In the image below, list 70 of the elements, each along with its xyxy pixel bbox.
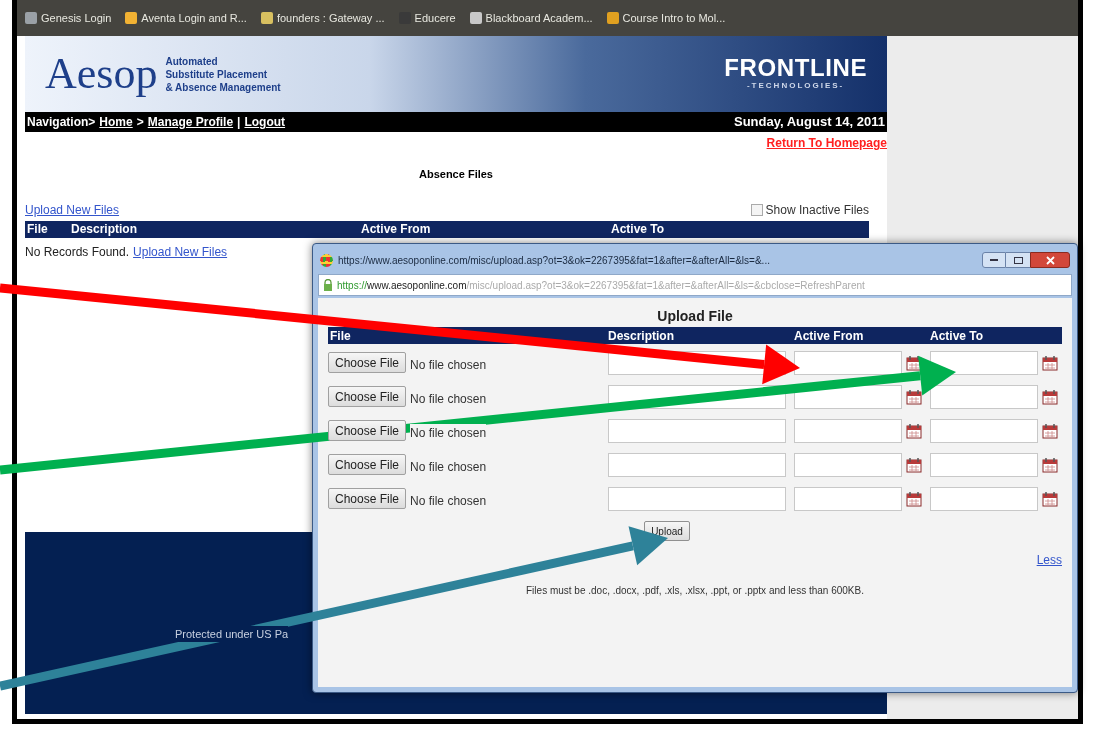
bookmark[interactable]: founders : Gateway ... xyxy=(260,9,385,27)
minimize-icon[interactable] xyxy=(982,252,1006,268)
nav-text: Navigation> xyxy=(27,114,96,131)
nav-link[interactable]: Logout xyxy=(244,113,286,131)
file-requirements-note: Files must be .doc, .docx, .pdf, .xls, .xlsx, .ppt, or .pptx and less than 600KB. xyxy=(526,584,864,598)
column-header: Active To xyxy=(611,221,666,238)
column-header: Active From xyxy=(361,221,432,238)
window-title: https://www.aesoponline.com/misc/upload.asp?ot=3&ok=2267395&fat=1&after=&afterAll=&ls=&... xyxy=(338,253,771,268)
calendar-icon[interactable] xyxy=(1042,490,1058,507)
date-text: Sunday, August 14, 2011 xyxy=(734,113,885,132)
calendar-icon[interactable] xyxy=(1042,456,1058,473)
date-field[interactable] xyxy=(930,452,1038,477)
description-field[interactable] xyxy=(608,418,786,443)
bookmark[interactable]: Course Intro to Mol... xyxy=(606,9,726,27)
calendar-icon[interactable] xyxy=(1042,422,1058,439)
nav-link[interactable]: Manage Profile xyxy=(147,113,234,131)
column-header: File xyxy=(329,327,352,345)
address-bar[interactable]: https://www.aesoponline.com/misc/upload.asp?ot=3&ok=2267395&fat=1&after=&afterAll=&ls=&cbclose=RefreshParent xyxy=(318,274,1072,296)
nav-text: > xyxy=(136,114,144,131)
brand-logo: FRONTLINE xyxy=(724,56,867,80)
calendar-icon[interactable] xyxy=(906,490,922,507)
calendar-icon[interactable] xyxy=(906,456,922,473)
tagline: Automated Substitute Placement & Absence Management xyxy=(165,54,281,94)
url-text: https://www.aesoponline.com/misc/upload.asp?ot=3&ok=2267395&fat=1&after=&afterAll=&ls=&cbclose=RefreshParent xyxy=(337,278,865,293)
browser-icon xyxy=(320,253,333,267)
column-header: Description xyxy=(608,327,675,345)
description-field[interactable] xyxy=(608,486,786,511)
description-field[interactable] xyxy=(608,452,786,477)
dialog-heading: Upload File xyxy=(657,307,733,326)
choose-file-button[interactable]: Choose File xyxy=(328,352,407,373)
date-field[interactable] xyxy=(930,486,1038,511)
nav-link[interactable]: Home xyxy=(99,113,133,131)
empty-message: No Records Found. xyxy=(25,243,130,261)
choose-file-button[interactable]: Choose File xyxy=(328,454,407,475)
date-field[interactable] xyxy=(794,418,902,443)
date-field[interactable] xyxy=(930,350,1038,375)
bookmark[interactable]: Educere xyxy=(398,9,456,27)
lock-icon xyxy=(323,279,333,291)
upload-link[interactable]: Upload New Files xyxy=(133,242,228,261)
checkbox[interactable] xyxy=(750,203,763,216)
choose-file-button[interactable]: Choose File xyxy=(328,488,407,509)
date-field[interactable] xyxy=(794,452,902,477)
date-field[interactable] xyxy=(794,350,902,375)
maximize-icon[interactable] xyxy=(1006,252,1030,268)
column-header: Description xyxy=(71,221,138,238)
calendar-icon[interactable] xyxy=(1042,354,1058,371)
date-field[interactable] xyxy=(930,418,1038,443)
logo-text: Aesop xyxy=(45,52,158,96)
calendar-icon[interactable] xyxy=(906,388,922,405)
upload-link[interactable]: Upload New Files xyxy=(25,200,120,219)
close-icon[interactable] xyxy=(1030,252,1070,268)
choose-file-button[interactable]: Choose File xyxy=(328,420,407,441)
footer-text: Protected under US Pa xyxy=(175,625,289,643)
choose-file-button[interactable]: Choose File xyxy=(328,386,407,407)
date-field[interactable] xyxy=(794,486,902,511)
column-header: Active To xyxy=(930,327,985,345)
bookmark[interactable]: Genesis Login xyxy=(25,9,112,27)
column-header: Active From xyxy=(794,327,865,345)
calendar-icon[interactable] xyxy=(906,422,922,439)
date-field[interactable] xyxy=(930,384,1038,409)
calendar-icon[interactable] xyxy=(1042,388,1058,405)
column-header: File xyxy=(26,221,49,238)
homepage-link[interactable]: Return To Homepage xyxy=(766,134,887,152)
nav-text: | xyxy=(237,114,241,131)
less-link[interactable]: Less xyxy=(1036,551,1062,569)
bookmark[interactable]: Aventa Login and R... xyxy=(125,9,247,27)
section-title: Absence Files xyxy=(419,167,493,182)
brand-subtitle: -TECHNOLOGIES- xyxy=(746,80,845,92)
checkbox-label: Show Inactive Files xyxy=(765,201,869,219)
bookmark[interactable]: Blackboard Academ... xyxy=(469,9,593,27)
